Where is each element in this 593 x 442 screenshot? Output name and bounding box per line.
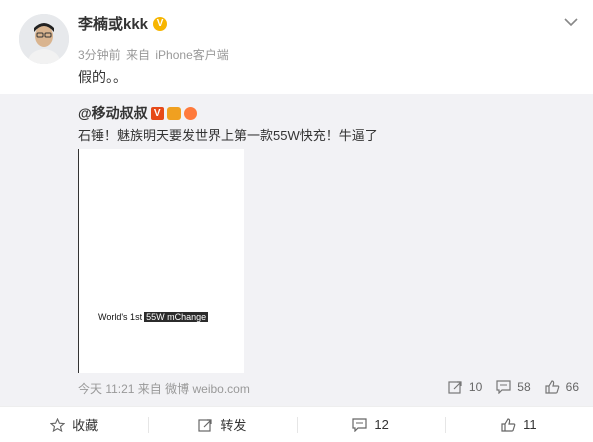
repost-block[interactable]: @移动叔叔 V 石锤！魅族明天要发世界上第一款55W快充！牛逼了 World's… (0, 94, 593, 406)
repost-like-button[interactable]: 66 (545, 379, 579, 395)
repost-image[interactable]: World's 1st 55W mChange (78, 149, 244, 373)
verified-badge-icon: V (150, 106, 164, 120)
share-icon (198, 418, 212, 432)
repost-label: 转发 (220, 418, 247, 433)
like-count: 66 (565, 380, 579, 394)
repost-meta[interactable]: 今天 11:21 来自 微博 weibo.com (78, 380, 250, 397)
like-count-footer: 11 (523, 417, 537, 432)
post-device[interactable]: iPhone客户端 (155, 48, 228, 62)
post-text: 假的。。 (78, 69, 127, 85)
comment-icon (496, 380, 511, 394)
favorite-label: 收藏 (72, 418, 99, 433)
comment-count: 58 (517, 380, 531, 394)
image-caption-highlight: 55W mChange (144, 312, 209, 322)
repost-share-button[interactable]: 10 (448, 379, 482, 395)
via-prefix: 来自 (126, 48, 151, 62)
repost-comment-button[interactable]: 58 (496, 379, 531, 395)
level-badge-icon (183, 106, 197, 120)
image-caption-prefix: World's 1st (98, 312, 143, 322)
comment-button[interactable]: 12 (296, 407, 445, 442)
avatar-image (19, 14, 69, 64)
username[interactable]: 李楠或kkk V (78, 13, 168, 34)
weibo-post-card: 李楠或kkk V 3分钟前 来自 iPhone客户端 假的。。 @移动叔叔 V … (0, 0, 593, 442)
thumbs-up-icon (501, 417, 516, 432)
verified-badge-icon: V (153, 16, 168, 31)
favorite-button[interactable]: 收藏 (0, 407, 148, 442)
thumbs-up-icon (545, 380, 559, 394)
member-badge-icon (166, 106, 181, 120)
like-button[interactable]: 11 (444, 407, 593, 442)
footer-action-bar: 收藏 转发 12 11 (0, 406, 593, 442)
avatar[interactable] (19, 14, 69, 64)
comment-icon (352, 417, 367, 432)
post-meta: 3分钟前 来自 iPhone客户端 (78, 46, 231, 63)
comment-count-footer: 12 (374, 417, 389, 432)
repost-author[interactable]: @移动叔叔 (78, 103, 148, 123)
post-time[interactable]: 3分钟前 (78, 48, 121, 62)
share-count: 10 (468, 380, 483, 394)
repost-actions: 10 58 66 (448, 379, 593, 395)
repost-author-line: @移动叔叔 V (78, 103, 197, 123)
repost-text: 石锤！魅族明天要发世界上第一款55W快充！牛逼了 (78, 128, 378, 143)
image-caption: World's 1st 55W mChange (98, 312, 209, 322)
repost-button[interactable]: 转发 (148, 407, 296, 442)
star-icon (50, 417, 66, 432)
chevron-down-icon[interactable] (563, 16, 579, 28)
username-text[interactable]: 李楠或kkk (78, 13, 148, 34)
share-icon (448, 381, 462, 394)
